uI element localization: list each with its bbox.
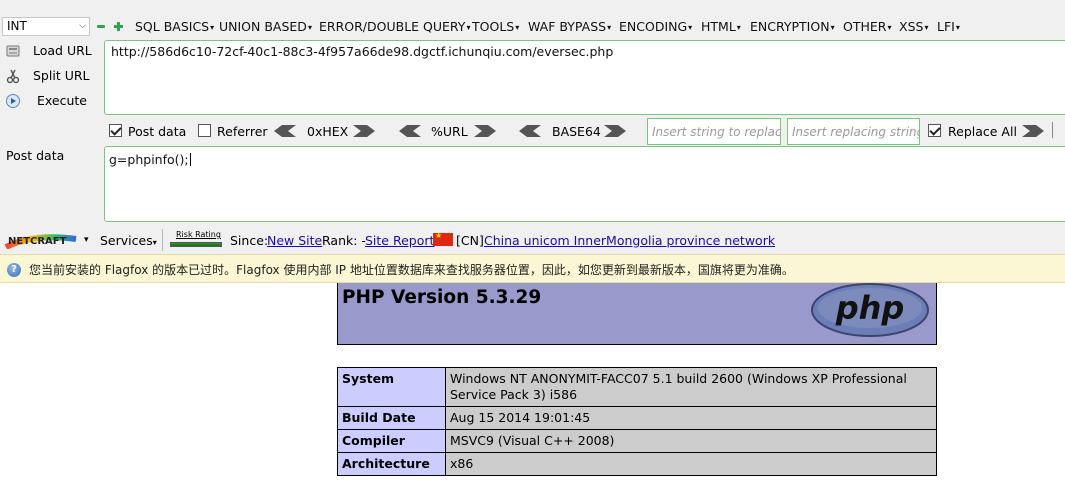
php-header: PHP Version 5.3.29 php — [337, 283, 937, 345]
referrer-checkbox[interactable] — [198, 124, 211, 137]
caret-down-icon: ▾ — [736, 23, 741, 32]
netcraft-menu-caret-icon[interactable]: ▾ — [84, 235, 89, 245]
phpinfo-page: PHP Version 5.3.29 php System Windows NT… — [0, 283, 1065, 485]
row-value: Windows NT ANONYMIT-FACC07 5.1 build 260… — [445, 367, 937, 407]
services-menu[interactable]: Services▾ — [100, 233, 157, 248]
caret-down-icon: ▾ — [210, 23, 215, 32]
table-row: Compiler MSVC9 (Visual C++ 2008) — [337, 429, 937, 453]
menu-waf-bypass[interactable]: WAF BYPASS▾ — [528, 19, 611, 34]
row-value: Aug 15 2014 19:01:45 — [445, 406, 937, 430]
hex-encode-arrow-icon[interactable] — [353, 125, 375, 137]
php-logo-text: php — [835, 289, 905, 327]
execute-button[interactable]: Execute — [5, 91, 100, 111]
caret-down-icon: ▾ — [688, 23, 693, 32]
replace-all-checkbox[interactable] — [928, 124, 941, 137]
hex-decode-arrow-icon[interactable] — [274, 125, 296, 137]
replace-all-label: Replace All — [948, 124, 1017, 139]
caret-down-icon: ▾ — [887, 23, 892, 32]
menu-union-based[interactable]: UNION BASED▾ — [219, 19, 312, 34]
minus-icon[interactable] — [97, 22, 105, 30]
netcraft-logo-text: NETCRAFT — [8, 236, 67, 247]
caret-down-icon: ▾ — [466, 23, 471, 32]
row-value: MSVC9 (Visual C++ 2008) — [445, 429, 937, 453]
php-logo: php — [808, 283, 932, 341]
type-select-value: INT — [7, 19, 27, 33]
caret-down-icon: ▾ — [607, 23, 612, 32]
notice-text: 您当前安装的 Flagfox 的版本已过时。Flagfox 使用内部 IP 地址… — [29, 263, 794, 277]
plus-icon[interactable] — [114, 22, 123, 31]
replace-arrow-icon[interactable] — [1022, 125, 1044, 137]
text-cursor — [189, 153, 191, 166]
insert-replacing-input[interactable]: Insert replacing string — [787, 118, 920, 145]
url-input[interactable]: http://586d6c10-72cf-40c1-88c3-4f957a66d… — [104, 40, 1065, 115]
base64-encode-arrow-icon[interactable] — [604, 125, 626, 137]
play-icon — [5, 93, 21, 109]
table-row: Architecture x86 — [337, 452, 937, 476]
url-input-value: http://586d6c10-72cf-40c1-88c3-4f957a66d… — [111, 44, 614, 59]
page-title: PHP Version 5.3.29 — [342, 287, 542, 308]
post-data-checkbox[interactable] — [109, 124, 122, 137]
load-url-icon — [5, 43, 21, 59]
table-row: Build Date Aug 15 2014 19:01:45 — [337, 406, 937, 430]
risk-rating-bar — [170, 242, 222, 247]
table-row: System Windows NT ANONYMIT-FACC07 5.1 bu… — [337, 367, 937, 407]
url-decode-arrow-icon[interactable] — [399, 125, 421, 137]
menu-error-double-query[interactable]: ERROR/DOUBLE QUERY▾ — [319, 19, 470, 34]
hex-label: 0xHEX — [307, 124, 349, 139]
caret-down-icon: ▾ — [515, 23, 520, 32]
since-value-link[interactable]: New Site — [267, 233, 322, 248]
row-value: x86 — [445, 452, 937, 476]
php-info-table: System Windows NT ANONYMIT-FACC07 5.1 bu… — [337, 367, 937, 476]
post-data-checkbox-label: Post data — [128, 124, 187, 139]
post-data-input[interactable]: g=phpinfo(); — [104, 146, 1065, 222]
network-link[interactable]: China unicom InnerMongolia province netw… — [484, 233, 775, 248]
url-encode-arrow-icon[interactable] — [474, 125, 496, 137]
menu-lfi[interactable]: LFI▾ — [937, 19, 960, 34]
info-icon: ? — [7, 263, 21, 277]
base64-decode-arrow-icon[interactable] — [519, 125, 541, 137]
caret-down-icon: ▾ — [307, 23, 312, 32]
type-select[interactable]: INT ⌵ — [2, 17, 90, 36]
post-data-label: Post data — [6, 148, 65, 163]
scissors-icon — [5, 68, 21, 84]
rank-label: Rank: - — [322, 233, 366, 248]
menu-tools[interactable]: TOOLS▾ — [472, 19, 519, 34]
caret-down-icon: ▾ — [955, 23, 960, 32]
caret-down-icon: ▾ — [924, 23, 929, 32]
netcraft-toolbar: NETCRAFT ▾ Services▾ Risk Rating Since: … — [0, 226, 1065, 254]
menu-xss[interactable]: XSS▾ — [899, 19, 928, 34]
menu-encoding[interactable]: ENCODING▾ — [619, 19, 692, 34]
referrer-checkbox-label: Referrer — [217, 124, 268, 139]
menu-other[interactable]: OTHER▾ — [843, 19, 891, 34]
post-data-value: g=phpinfo(); — [109, 152, 189, 167]
url-encode-label: %URL — [431, 124, 468, 139]
hackbar-panel: INT ⌵ SQL BASICS▾ UNION BASED▾ ERROR/DOU… — [0, 0, 1065, 226]
risk-rating-meter[interactable]: Risk Rating — [170, 230, 224, 248]
since-label: Since: — [230, 233, 269, 248]
load-url-button[interactable]: Load URL — [5, 41, 100, 61]
site-report-link[interactable]: Site Report — [365, 233, 434, 248]
insert-string-input[interactable]: Insert string to replace — [647, 118, 781, 145]
base64-label: BASE64 — [552, 124, 601, 139]
row-key: Architecture — [337, 452, 446, 476]
netcraft-logo[interactable]: NETCRAFT — [4, 231, 78, 250]
overflow-button[interactable] — [1052, 122, 1065, 138]
row-key: Compiler — [337, 429, 446, 453]
menu-encryption[interactable]: ENCRYPTION▾ — [750, 19, 835, 34]
menu-html[interactable]: HTML▾ — [701, 19, 741, 34]
row-key: System — [337, 367, 446, 407]
caret-down-icon: ▾ — [830, 23, 835, 32]
flagfox-notice-bar: ? 您当前安装的 Flagfox 的版本已过时。Flagfox 使用内部 IP … — [0, 254, 1065, 283]
country-code: [CN] — [456, 233, 484, 248]
chevron-down-icon: ⌵ — [79, 21, 86, 31]
row-key: Build Date — [337, 406, 446, 430]
china-flag-icon — [433, 231, 453, 246]
toolbar-separator — [162, 229, 163, 251]
split-url-button[interactable]: Split URL — [5, 66, 100, 86]
menu-sql-basics[interactable]: SQL BASICS▾ — [135, 19, 214, 34]
caret-down-icon: ▾ — [152, 238, 157, 247]
